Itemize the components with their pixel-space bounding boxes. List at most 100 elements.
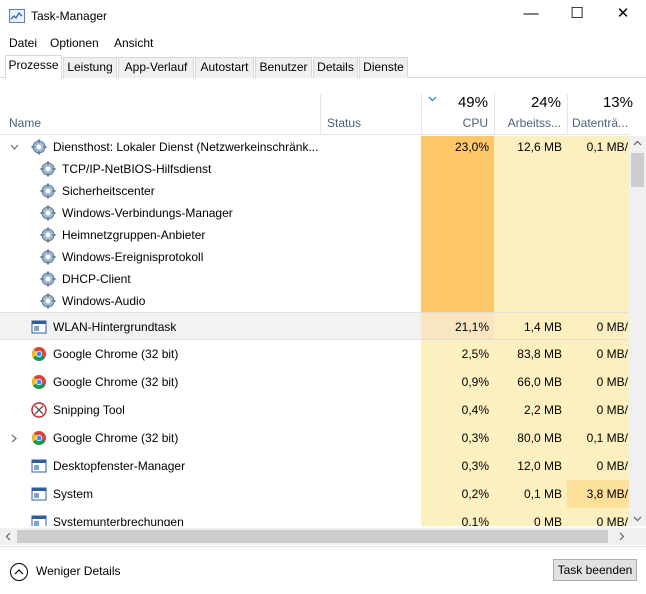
title-bar[interactable]: Task-Manager — ☐ ✕ [0, 0, 646, 32]
disk-cell [567, 180, 630, 202]
process-name: Heimnetzgruppen-Anbieter [62, 228, 206, 242]
tab-benutzer[interactable]: Benutzer [255, 57, 312, 78]
mem-cell [494, 180, 567, 202]
menu-bar: Datei Optionen Ansicht [0, 33, 646, 53]
cpu-cell [421, 224, 494, 246]
cpu-cell: 2,5% [421, 340, 494, 368]
minimize-button[interactable]: — [508, 0, 554, 30]
expand-chevron-right-icon[interactable] [10, 434, 19, 443]
scroll-left-icon[interactable] [5, 532, 11, 541]
cpu-cell [421, 290, 494, 312]
header-separator [0, 134, 630, 135]
menu-datei[interactable]: Datei [9, 36, 37, 50]
memory-column-label: Arbeitss... [507, 116, 561, 130]
process-name: Windows-Audio [62, 294, 146, 308]
disk-total-percent: 13% [602, 94, 633, 111]
scroll-down-icon[interactable] [633, 516, 642, 522]
disk-cell [567, 202, 630, 224]
mem-cell [494, 158, 567, 180]
disk-cell: 0 MB/ [567, 340, 630, 368]
column-divider [320, 94, 321, 134]
process-row[interactable]: WLAN-Hintergrundtask 21,1% 1,4 MB 0 MB/ [0, 312, 630, 340]
cpu-cell [421, 180, 494, 202]
process-row[interactable]: Systemunterbrechungen 0,1% 0 MB 0 MB/ [0, 508, 630, 526]
disk-cell [567, 158, 630, 180]
disk-cell: 3,8 MB/ [567, 480, 630, 508]
process-name: WLAN-Hintergrundtask [53, 320, 177, 334]
mem-cell: 66,0 MB [494, 368, 567, 396]
cpu-cell: 0,3% [421, 424, 494, 452]
mem-cell: 2,2 MB [494, 396, 567, 424]
process-name: Desktopfenster-Manager [53, 459, 186, 473]
tab-prozesse[interactable]: Prozesse [5, 55, 62, 79]
process-row[interactable]: Snipping Tool 0,4% 2,2 MB 0 MB/ [0, 396, 630, 424]
window-icon [31, 320, 47, 334]
cpu-cell: 0,1% [421, 508, 494, 526]
horizontal-scrollbar[interactable] [0, 528, 646, 545]
process-name: TCP/IP-NetBIOS-Hilfsdienst [62, 162, 212, 176]
process-name: Windows-Verbindungs-Manager [62, 206, 233, 220]
process-name: Sicherheitscenter [62, 184, 155, 198]
process-row[interactable]: TCP/IP-NetBIOS-Hilfsdienst [0, 158, 630, 180]
disk-cell: 0,1 MB/ [567, 424, 630, 452]
process-name: Windows-Ereignisprotokoll [62, 250, 204, 264]
chevron-up-icon [10, 563, 28, 581]
gear-icon [40, 161, 56, 177]
process-row[interactable]: Google Chrome (32 bit) 0,3% 80,0 MB 0,1 MB/ [0, 424, 630, 452]
process-name: Google Chrome (32 bit) [53, 375, 179, 389]
tab-app-verlauf[interactable]: App-Verlauf [118, 57, 194, 78]
mem-cell: 1,4 MB [494, 313, 567, 339]
scissors-icon [31, 402, 47, 418]
vertical-scrollbar[interactable] [629, 136, 646, 526]
cpu-cell [421, 246, 494, 268]
chrome-icon [32, 431, 46, 445]
process-row[interactable]: DHCP-Client [0, 268, 630, 290]
mem-cell [494, 246, 567, 268]
mem-cell [494, 224, 567, 246]
scroll-right-icon[interactable] [619, 532, 625, 541]
scroll-up-icon[interactable] [633, 140, 642, 146]
process-row[interactable]: Windows-Ereignisprotokoll [0, 246, 630, 268]
process-name: Google Chrome (32 bit) [53, 431, 179, 445]
tab-bar: Prozesse Leistung App-Verlauf Autostart … [0, 55, 646, 79]
process-row[interactable]: System 0,2% 0,1 MB 3,8 MB/ [0, 480, 630, 508]
tab-autostart[interactable]: Autostart [195, 57, 254, 78]
gear-icon [40, 183, 56, 199]
menu-ansicht[interactable]: Ansicht [114, 36, 153, 50]
mem-cell: 80,0 MB [494, 424, 567, 452]
maximize-button[interactable]: ☐ [554, 0, 600, 30]
disk-cell [567, 290, 630, 312]
process-row[interactable]: Google Chrome (32 bit) 0,9% 66,0 MB 0 MB/ [0, 368, 630, 396]
tab-dienste[interactable]: Dienste [359, 57, 408, 78]
column-label-status: Status [327, 116, 362, 130]
tab-details[interactable]: Details [313, 57, 358, 78]
memory-total-percent: 24% [530, 94, 561, 111]
end-task-button[interactable]: Task beenden [553, 559, 637, 581]
vertical-scroll-thumb[interactable] [631, 153, 644, 187]
mem-cell [494, 268, 567, 290]
disk-cell [567, 268, 630, 290]
cpu-cell: 23,0% [421, 136, 494, 158]
process-name: Snipping Tool [53, 403, 125, 417]
disk-cell: 0 MB/ [567, 313, 630, 339]
mem-cell: 12,6 MB [494, 136, 567, 158]
process-row[interactable]: Sicherheitscenter [0, 180, 630, 202]
process-table: Name Status 49% CPU 24% Arbeitss... 13% … [0, 79, 646, 526]
process-row[interactable]: Heimnetzgruppen-Anbieter [0, 224, 630, 246]
process-name: Google Chrome (32 bit) [53, 347, 179, 361]
mem-cell: 83,8 MB [494, 340, 567, 368]
close-button[interactable]: ✕ [600, 0, 646, 30]
process-row[interactable]: Desktopfenster-Manager 0,3% 12,0 MB 0 MB/ [0, 452, 630, 480]
window-icon [31, 515, 47, 526]
cpu-cell: 0,4% [421, 396, 494, 424]
expand-chevron-down-icon[interactable] [10, 143, 19, 152]
process-row[interactable]: Windows-Audio [0, 290, 630, 312]
process-row[interactable]: Windows-Verbindungs-Manager [0, 202, 630, 224]
process-row[interactable]: Diensthost: Lokaler Dienst (Netzwerkeins… [0, 136, 630, 158]
menu-optionen[interactable]: Optionen [50, 36, 99, 50]
horizontal-scroll-thumb[interactable] [17, 530, 608, 543]
disk-column-label: Datenträ... [572, 116, 629, 130]
process-row[interactable]: Google Chrome (32 bit) 2,5% 83,8 MB 0 MB/ [0, 340, 630, 368]
tab-leistung[interactable]: Leistung [63, 57, 117, 78]
cpu-cell [421, 268, 494, 290]
